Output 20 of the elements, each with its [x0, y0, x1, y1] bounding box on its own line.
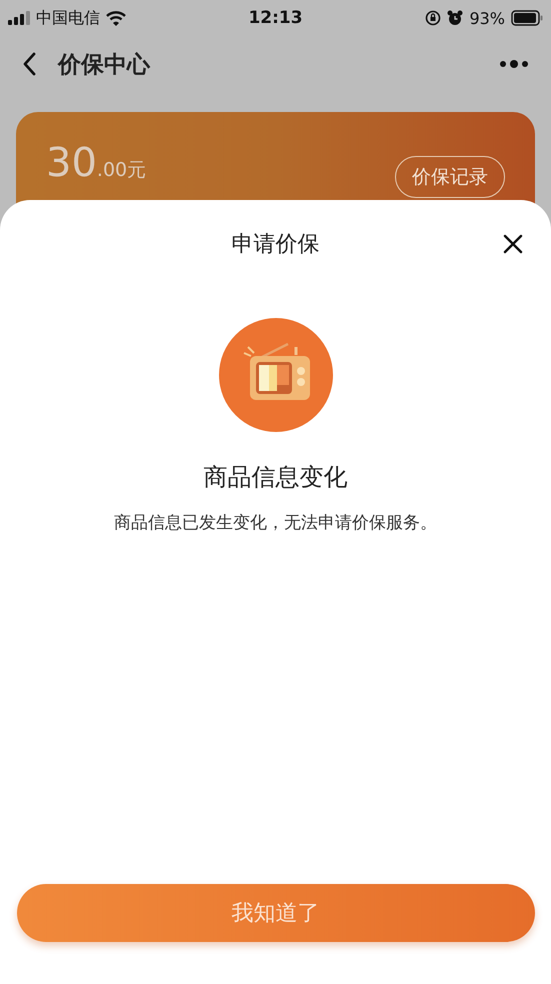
battery-percent: 93%	[469, 8, 505, 28]
signal-icon	[8, 11, 30, 25]
status-message: 商品信息已发生变化，无法申请价保服务。	[114, 512, 437, 534]
amount-value: 30	[46, 140, 97, 186]
amount-fraction: .00元	[96, 158, 146, 183]
records-button[interactable]: 价保记录	[395, 156, 505, 198]
rotation-lock-icon	[425, 10, 442, 26]
more-icon[interactable]	[499, 59, 529, 69]
wifi-icon	[106, 10, 126, 26]
page-title: 价保中心	[58, 50, 152, 80]
confirm-button[interactable]: 我知道了	[16, 884, 534, 942]
close-icon[interactable]	[503, 234, 523, 254]
carrier-name: 中国电信	[36, 8, 100, 28]
back-icon[interactable]	[22, 52, 36, 76]
sheet-title: 申请价保	[232, 231, 320, 259]
clock-time: 12:13	[248, 8, 303, 28]
status-heading: 商品信息变化	[204, 462, 348, 493]
alarm-icon	[447, 10, 464, 26]
battery-icon	[511, 10, 543, 26]
tv-icon	[218, 317, 334, 433]
